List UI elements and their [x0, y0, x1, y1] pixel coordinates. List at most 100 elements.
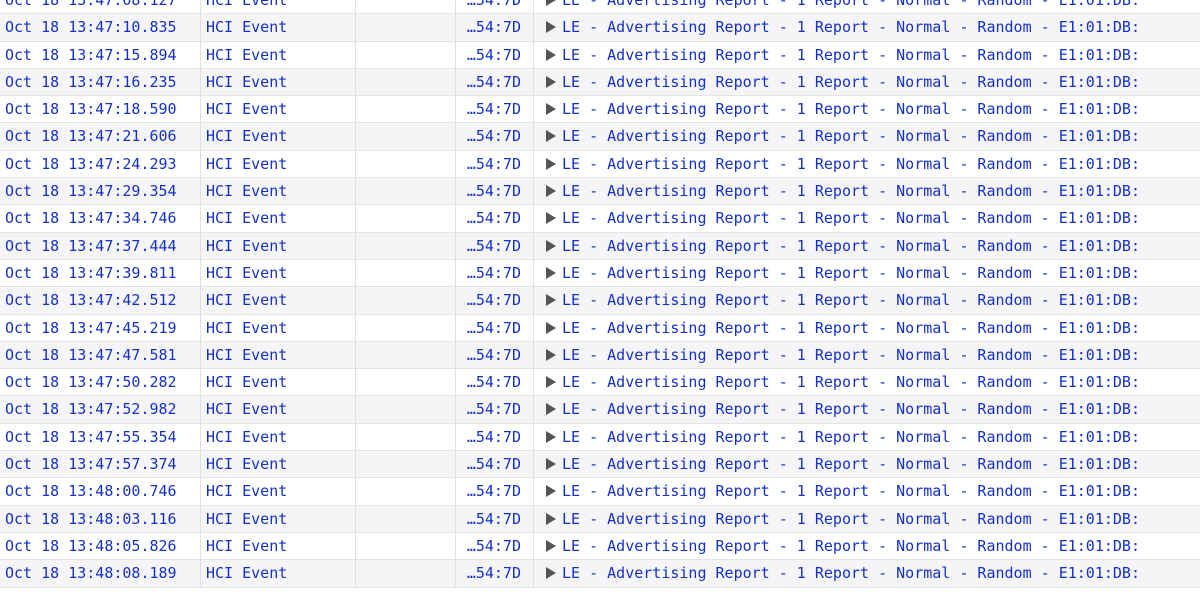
- source-cell: [356, 287, 456, 314]
- timestamp-cell: Oct 18 13:47:18.590: [0, 96, 201, 123]
- disclosure-triangle-icon[interactable]: [546, 48, 556, 61]
- table-row[interactable]: Oct 18 13:47:57.374 HCI Event …54:7D LE …: [0, 451, 1200, 479]
- timestamp-cell: Oct 18 13:47:16.235: [0, 68, 201, 96]
- timestamp-cell: Oct 18 13:47:45.219: [0, 314, 201, 341]
- table-row[interactable]: Oct 18 13:47:47.581 HCI Event …54:7D LE …: [0, 341, 1200, 370]
- disclosure-triangle-icon[interactable]: [546, 294, 556, 307]
- table-row[interactable]: Oct 18 13:47:55.354 HCI Event …54:7D LE …: [0, 423, 1200, 452]
- disclosure-triangle-icon[interactable]: [546, 21, 556, 34]
- type-cell: HCI Event: [201, 505, 356, 532]
- summary-cell: LE - Advertising Report - 1 Report - Nor…: [534, 424, 1200, 450]
- table-row[interactable]: Oct 18 13:47:16.235 HCI Event …54:7D LE …: [0, 68, 1200, 97]
- table-row[interactable]: Oct 18 13:47:18.590 HCI Event …54:7D LE …: [0, 96, 1200, 124]
- source-cell: [356, 0, 456, 14]
- destination-cell: …54:7D: [456, 314, 534, 341]
- table-row[interactable]: Oct 18 13:48:03.116 HCI Event …54:7D LE …: [0, 505, 1200, 533]
- type-cell: HCI Event: [201, 451, 356, 478]
- disclosure-triangle-icon[interactable]: [546, 348, 556, 361]
- table-row[interactable]: Oct 18 13:47:37.444 HCI Event …54:7D LE …: [0, 232, 1200, 260]
- type-cell: HCI Event: [201, 41, 356, 68]
- destination-cell: …54:7D: [456, 369, 534, 396]
- summary-cell: LE - Advertising Report - 1 Report - Nor…: [534, 0, 1200, 13]
- summary-text: LE - Advertising Report - 1 Report - Nor…: [562, 455, 1140, 474]
- destination-cell: …54:7D: [456, 532, 534, 560]
- type-cell: HCI Event: [201, 560, 356, 587]
- timestamp-cell: Oct 18 13:48:03.116: [0, 505, 201, 532]
- table-row[interactable]: Oct 18 13:47:45.219 HCI Event …54:7D LE …: [0, 314, 1200, 342]
- timestamp-cell: Oct 18 13:47:37.444: [0, 232, 201, 259]
- destination-cell: …54:7D: [456, 396, 534, 423]
- disclosure-triangle-icon[interactable]: [546, 403, 556, 416]
- table-row[interactable]: Oct 18 13:48:05.826 HCI Event …54:7D LE …: [0, 532, 1200, 561]
- disclosure-triangle-icon[interactable]: [546, 321, 556, 334]
- disclosure-triangle-icon[interactable]: [546, 130, 556, 143]
- summary-cell: LE - Advertising Report - 1 Report - Nor…: [534, 151, 1200, 177]
- summary-cell: LE - Advertising Report - 1 Report - Nor…: [534, 315, 1200, 341]
- table-row[interactable]: Oct 18 13:47:29.354 HCI Event …54:7D LE …: [0, 178, 1200, 206]
- destination-cell: …54:7D: [456, 123, 534, 150]
- disclosure-triangle-icon[interactable]: [546, 567, 556, 580]
- summary-text: LE - Advertising Report - 1 Report - Nor…: [562, 0, 1140, 9]
- type-cell: HCI Event: [201, 532, 356, 560]
- summary-text: LE - Advertising Report - 1 Report - Nor…: [562, 182, 1140, 201]
- timestamp-cell: Oct 18 13:47:29.354: [0, 178, 201, 205]
- disclosure-triangle-icon[interactable]: [546, 212, 556, 225]
- source-cell: [356, 478, 456, 505]
- source-cell: [356, 369, 456, 396]
- table-row[interactable]: Oct 18 13:47:21.606 HCI Event …54:7D LE …: [0, 123, 1200, 151]
- source-cell: [356, 423, 456, 451]
- timestamp-cell: Oct 18 13:48:08.189: [0, 560, 201, 587]
- disclosure-triangle-icon[interactable]: [546, 485, 556, 498]
- disclosure-triangle-icon[interactable]: [546, 103, 556, 116]
- destination-cell: …54:7D: [456, 178, 534, 205]
- disclosure-triangle-icon[interactable]: [546, 539, 556, 552]
- disclosure-triangle-icon[interactable]: [546, 157, 556, 170]
- table-row[interactable]: Oct 18 13:48:00.746 HCI Event …54:7D LE …: [0, 478, 1200, 506]
- disclosure-triangle-icon[interactable]: [546, 75, 556, 88]
- type-cell: HCI Event: [201, 369, 356, 396]
- disclosure-triangle-icon[interactable]: [546, 239, 556, 252]
- summary-text: LE - Advertising Report - 1 Report - Nor…: [562, 154, 1140, 173]
- source-cell: [356, 205, 456, 232]
- table-row[interactable]: Oct 18 13:47:42.512 HCI Event …54:7D LE …: [0, 287, 1200, 315]
- timestamp-cell: Oct 18 13:47:34.746: [0, 205, 201, 232]
- disclosure-triangle-icon[interactable]: [546, 266, 556, 279]
- source-cell: [356, 178, 456, 205]
- disclosure-triangle-icon[interactable]: [546, 430, 556, 443]
- table-row[interactable]: Oct 18 13:47:10.835 HCI Event …54:7D LE …: [0, 14, 1200, 42]
- timestamp-cell: Oct 18 13:47:21.606: [0, 123, 201, 150]
- disclosure-triangle-icon[interactable]: [546, 185, 556, 198]
- summary-cell: LE - Advertising Report - 1 Report - Nor…: [534, 342, 1200, 368]
- destination-cell: …54:7D: [456, 478, 534, 505]
- summary-text: LE - Advertising Report - 1 Report - Nor…: [562, 373, 1140, 392]
- disclosure-triangle-icon[interactable]: [546, 376, 556, 389]
- destination-cell: …54:7D: [456, 0, 534, 14]
- summary-cell: LE - Advertising Report - 1 Report - Nor…: [534, 178, 1200, 204]
- summary-text: LE - Advertising Report - 1 Report - Nor…: [562, 536, 1140, 555]
- table-row[interactable]: Oct 18 13:47:50.282 HCI Event …54:7D LE …: [0, 369, 1200, 397]
- summary-cell: LE - Advertising Report - 1 Report - Nor…: [534, 396, 1200, 422]
- type-cell: HCI Event: [201, 150, 356, 178]
- summary-cell: LE - Advertising Report - 1 Report - Nor…: [534, 233, 1200, 259]
- summary-cell: LE - Advertising Report - 1 Report - Nor…: [534, 14, 1200, 40]
- table-row[interactable]: Oct 18 13:48:08.189 HCI Event …54:7D LE …: [0, 560, 1200, 588]
- table-row[interactable]: Oct 18 13:47:15.894 HCI Event …54:7D LE …: [0, 41, 1200, 69]
- disclosure-triangle-icon[interactable]: [546, 0, 556, 6]
- type-cell: HCI Event: [201, 96, 356, 123]
- destination-cell: …54:7D: [456, 96, 534, 123]
- summary-text: LE - Advertising Report - 1 Report - Nor…: [562, 427, 1140, 446]
- table-row[interactable]: Oct 18 13:47:34.746 HCI Event …54:7D LE …: [0, 205, 1200, 233]
- timestamp-cell: Oct 18 13:47:50.282: [0, 369, 201, 396]
- destination-cell: …54:7D: [456, 259, 534, 287]
- table-row[interactable]: Oct 18 13:47:52.982 HCI Event …54:7D LE …: [0, 396, 1200, 424]
- table-row[interactable]: Oct 18 13:47:39.811 HCI Event …54:7D LE …: [0, 259, 1200, 288]
- timestamp-cell: Oct 18 13:48:05.826: [0, 532, 201, 560]
- disclosure-triangle-icon[interactable]: [546, 458, 556, 471]
- summary-cell: LE - Advertising Report - 1 Report - Nor…: [534, 369, 1200, 395]
- type-cell: HCI Event: [201, 232, 356, 259]
- source-cell: [356, 341, 456, 369]
- table-row[interactable]: Oct 18 13:47:08.127 HCI Event …54:7D LE …: [0, 0, 1200, 15]
- table-row[interactable]: Oct 18 13:47:24.293 HCI Event …54:7D LE …: [0, 150, 1200, 179]
- summary-text: LE - Advertising Report - 1 Report - Nor…: [562, 564, 1140, 583]
- disclosure-triangle-icon[interactable]: [546, 512, 556, 525]
